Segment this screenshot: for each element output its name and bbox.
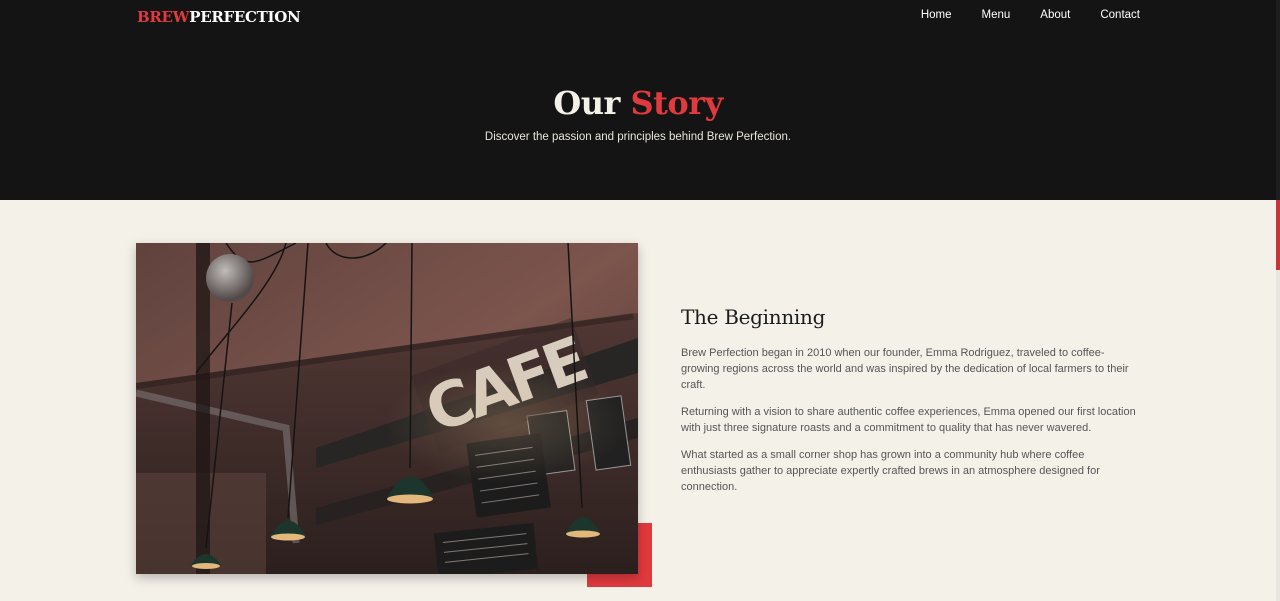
site-header: BREWPERFECTION Home Menu About Contact O… [0,0,1276,200]
page-title-main: Our [553,84,631,122]
story-paragraph: Returning with a vision to share authent… [681,406,1136,434]
nav-about-link[interactable]: About [1010,9,1070,21]
brand-logo[interactable]: BREWPERFECTION [137,8,301,26]
scrollbar-thumb[interactable] [1276,200,1280,270]
story-heading: The Beginning [681,305,826,329]
scrollbar-track-dark [1276,0,1280,200]
nav-contact-link[interactable]: Contact [1070,9,1140,21]
nav-home-link[interactable]: Home [921,9,952,21]
page-title-accent: Story [630,84,723,122]
nav-menu-link[interactable]: Menu [952,9,1011,21]
page-subtitle: Discover the passion and principles behi… [484,131,792,143]
brand-logo-main: PERFECTION [189,8,301,26]
story-paragraph: Brew Perfection began in 2010 when our f… [681,347,1129,391]
story-section: The Beginning Brew Perfection began in 2… [681,305,1141,506]
main-nav: Home Menu About Contact [921,9,1140,21]
story-paragraph: What started as a small corner shop has … [681,449,1100,493]
brand-logo-accent: BREW [137,8,190,26]
page-title: Our Story [0,84,1276,122]
cafe-photo: C A F E [136,243,638,574]
page-scrollbar[interactable] [1276,0,1280,601]
